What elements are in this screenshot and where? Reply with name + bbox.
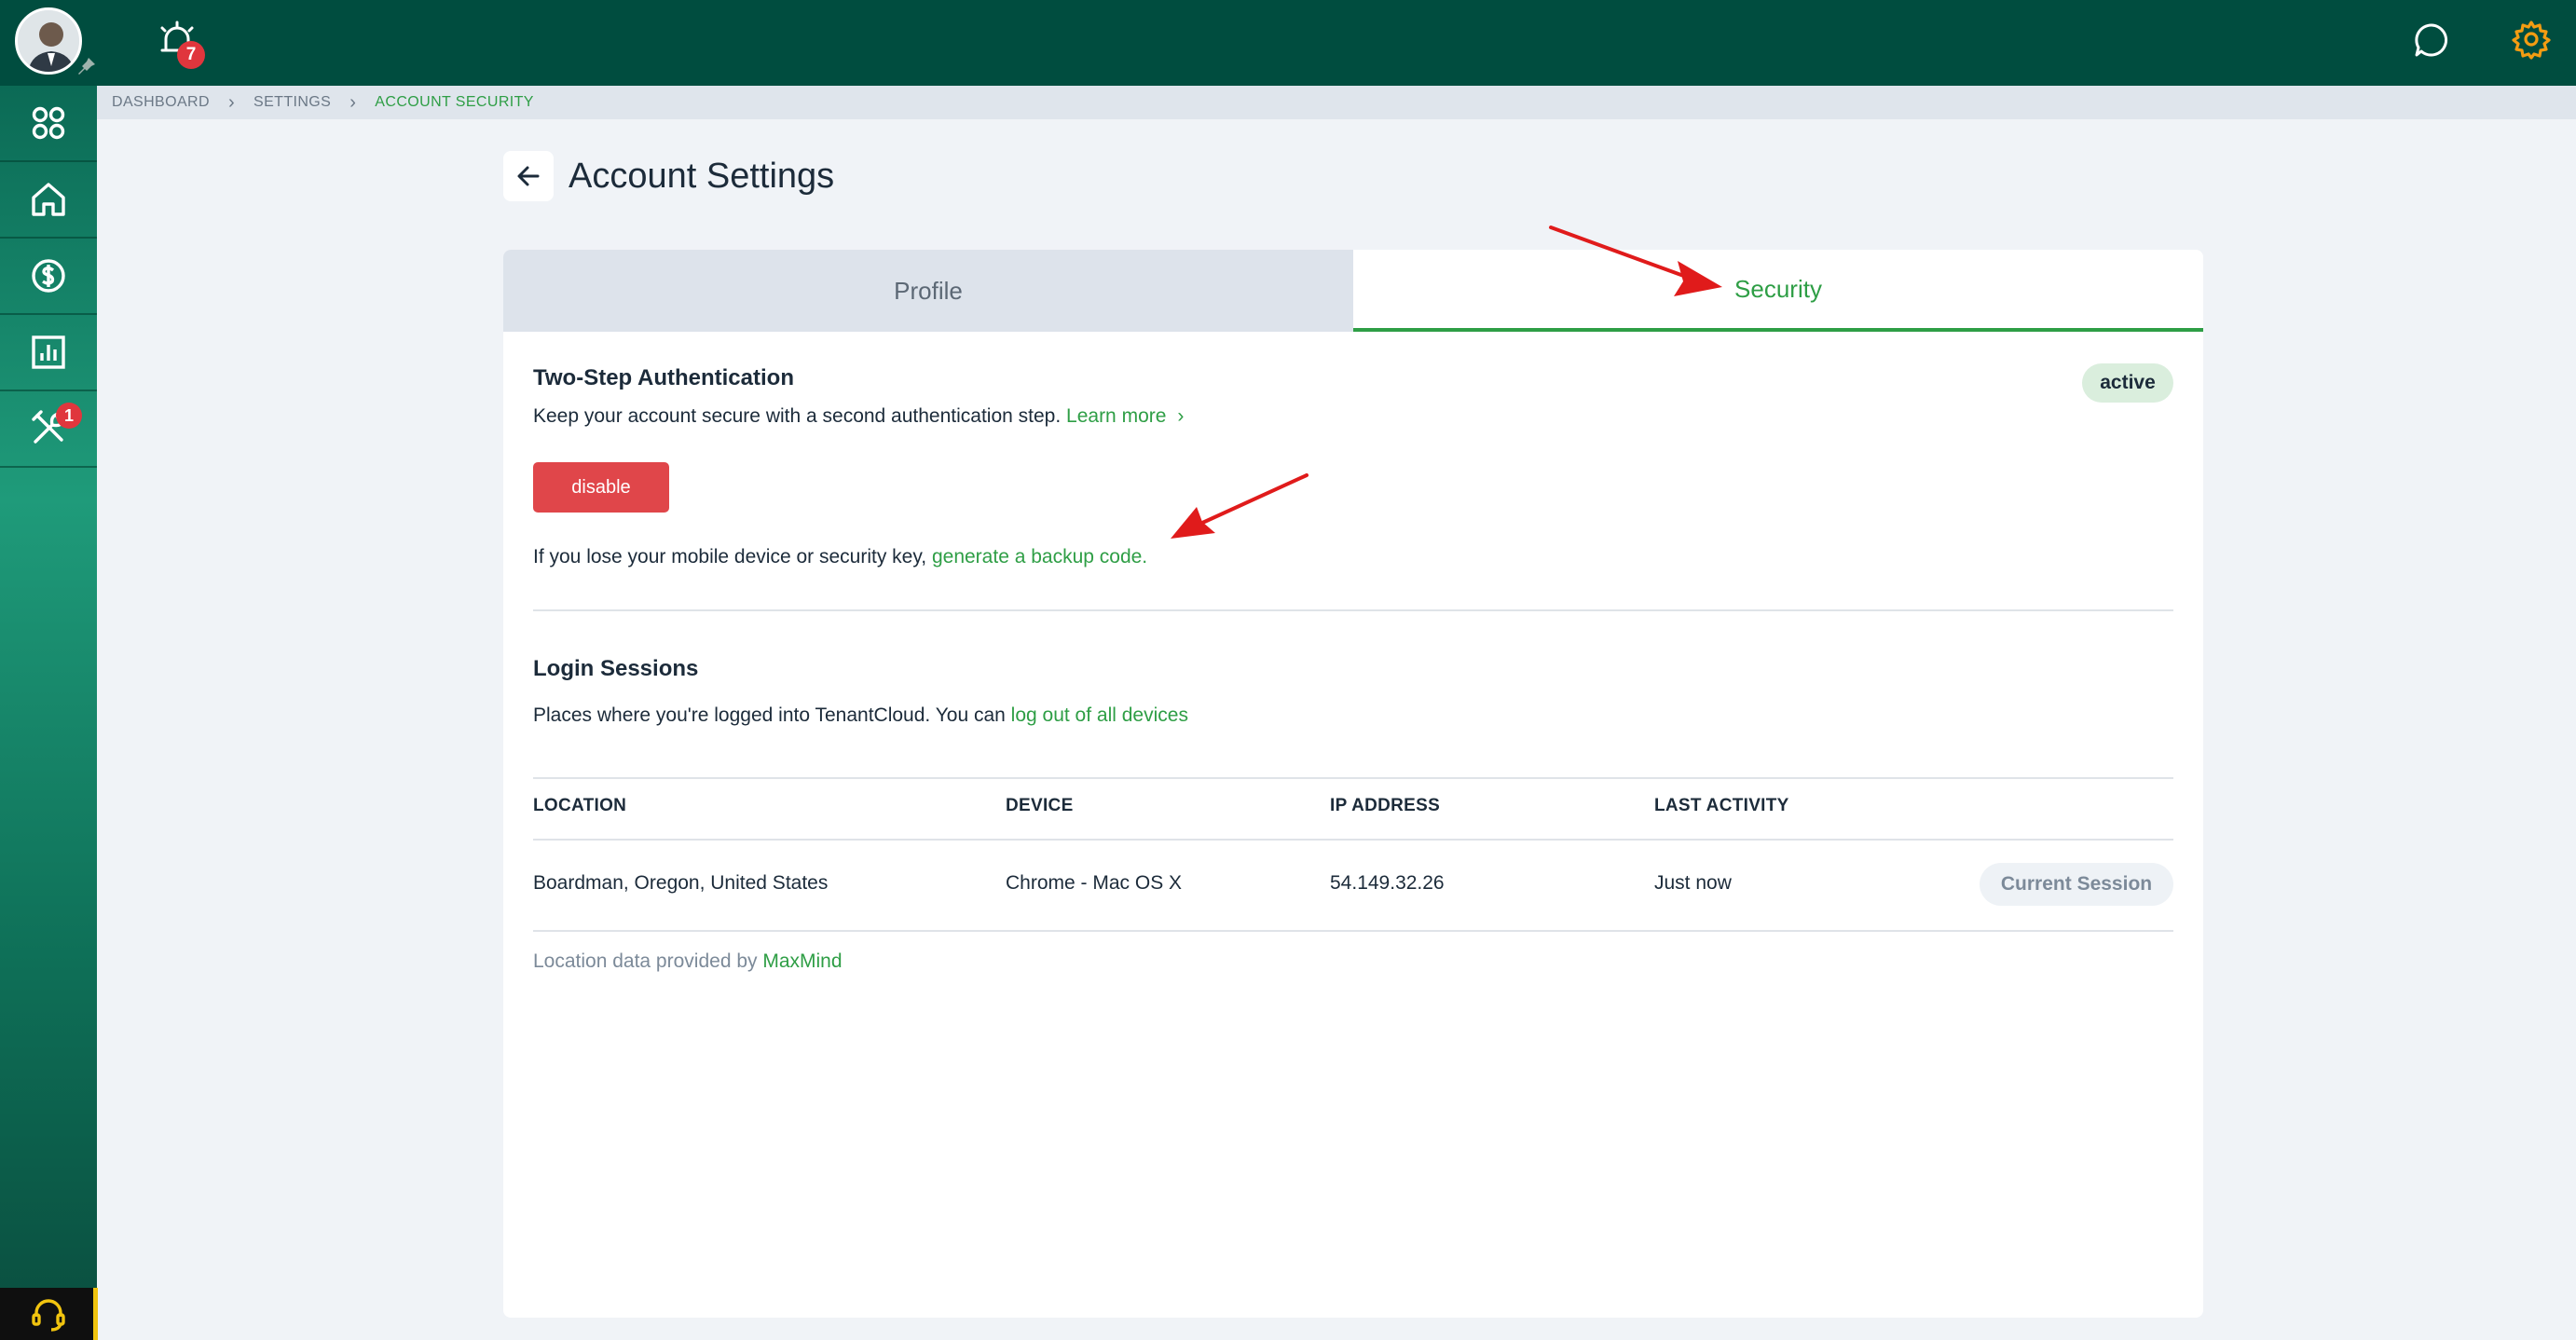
sidebar: 1 [0,86,97,1340]
section-divider [533,609,2173,611]
two-step-description: Keep your account secure with a second a… [533,405,1184,428]
column-header-ip-address: IP ADDRESS [1330,796,1441,815]
support-button[interactable] [0,1288,97,1340]
home-icon [32,183,65,216]
login-sessions-title: Login Sessions [533,656,699,681]
page-title: Account Settings [569,157,835,196]
breadcrumb-account-security: ACCOUNT SECURITY [375,94,534,110]
sidebar-item-apps[interactable] [0,86,97,162]
chevron-right-icon: › [1177,405,1185,427]
back-button[interactable] [503,151,554,201]
footnote-text: Location data provided by [533,950,763,972]
session-ip: 54.149.32.26 [1330,872,1445,894]
tab-security[interactable]: Security [1353,250,2203,332]
session-location: Boardman, Oregon, United States [533,872,829,894]
table-top-border [533,777,2173,779]
session-last-activity: Just now [1654,872,1732,894]
table-header-border [533,839,2173,841]
reports-chart-icon [32,335,65,369]
tools-badge: 1 [56,403,82,429]
two-step-title: Two-Step Authentication [533,365,794,390]
user-avatar[interactable] [15,7,82,75]
logout-all-devices-link[interactable]: log out of all devices [1011,704,1188,726]
breadcrumb-settings[interactable]: SETTINGS [253,94,331,111]
table-bottom-border [533,930,2173,932]
column-header-last-activity: LAST ACTIVITY [1654,796,1789,815]
headset-icon [32,1299,65,1332]
location-footnote: Location data provided by MaxMind [533,950,843,973]
learn-more-link[interactable]: Learn more [1066,405,1166,427]
column-header-device: DEVICE [1006,796,1074,815]
column-header-location: LOCATION [533,796,627,815]
sidebar-item-reports[interactable] [0,315,97,391]
chat-icon[interactable] [2412,21,2451,60]
current-session-badge: Current Session [1980,863,2173,906]
breadcrumb-separator-icon: › [227,91,236,113]
generate-backup-code-link[interactable]: generate a backup code. [932,546,1147,567]
login-sessions-description-text: Places where you're logged into TenantCl… [533,704,1011,726]
maxmind-link[interactable]: MaxMind [762,950,842,972]
sidebar-item-home[interactable] [0,162,97,239]
arrow-left-icon [517,166,540,186]
tab-profile[interactable]: Profile [503,250,1353,332]
backup-code-text: If you lose your mobile device or securi… [533,546,1147,568]
sidebar-item-tools[interactable] [0,391,97,468]
pin-icon [78,58,95,75]
gear-icon[interactable] [2511,19,2552,60]
disable-button[interactable]: disable [533,462,669,513]
two-step-description-text: Keep your account secure with a second a… [533,405,1067,427]
settings-card: Profile Security Two-Step Authentication… [503,250,2203,1318]
dollar-icon [32,259,65,293]
support-accent-bar [93,1288,98,1340]
sidebar-item-payments[interactable] [0,239,97,315]
top-bar: 7 [0,0,2576,86]
breadcrumb-separator-icon: › [349,91,357,113]
status-badge: active [2082,363,2173,403]
notification-count-badge: 7 [177,41,205,69]
login-sessions-description: Places where you're logged into TenantCl… [533,704,1188,727]
breadcrumb: DASHBOARD › SETTINGS › ACCOUNT SECURITY [97,86,2576,119]
breadcrumb-dashboard[interactable]: DASHBOARD [112,94,210,111]
apps-grid-icon [32,106,65,140]
backup-code-prefix: If you lose your mobile device or securi… [533,546,932,567]
session-device: Chrome - Mac OS X [1006,872,1183,894]
